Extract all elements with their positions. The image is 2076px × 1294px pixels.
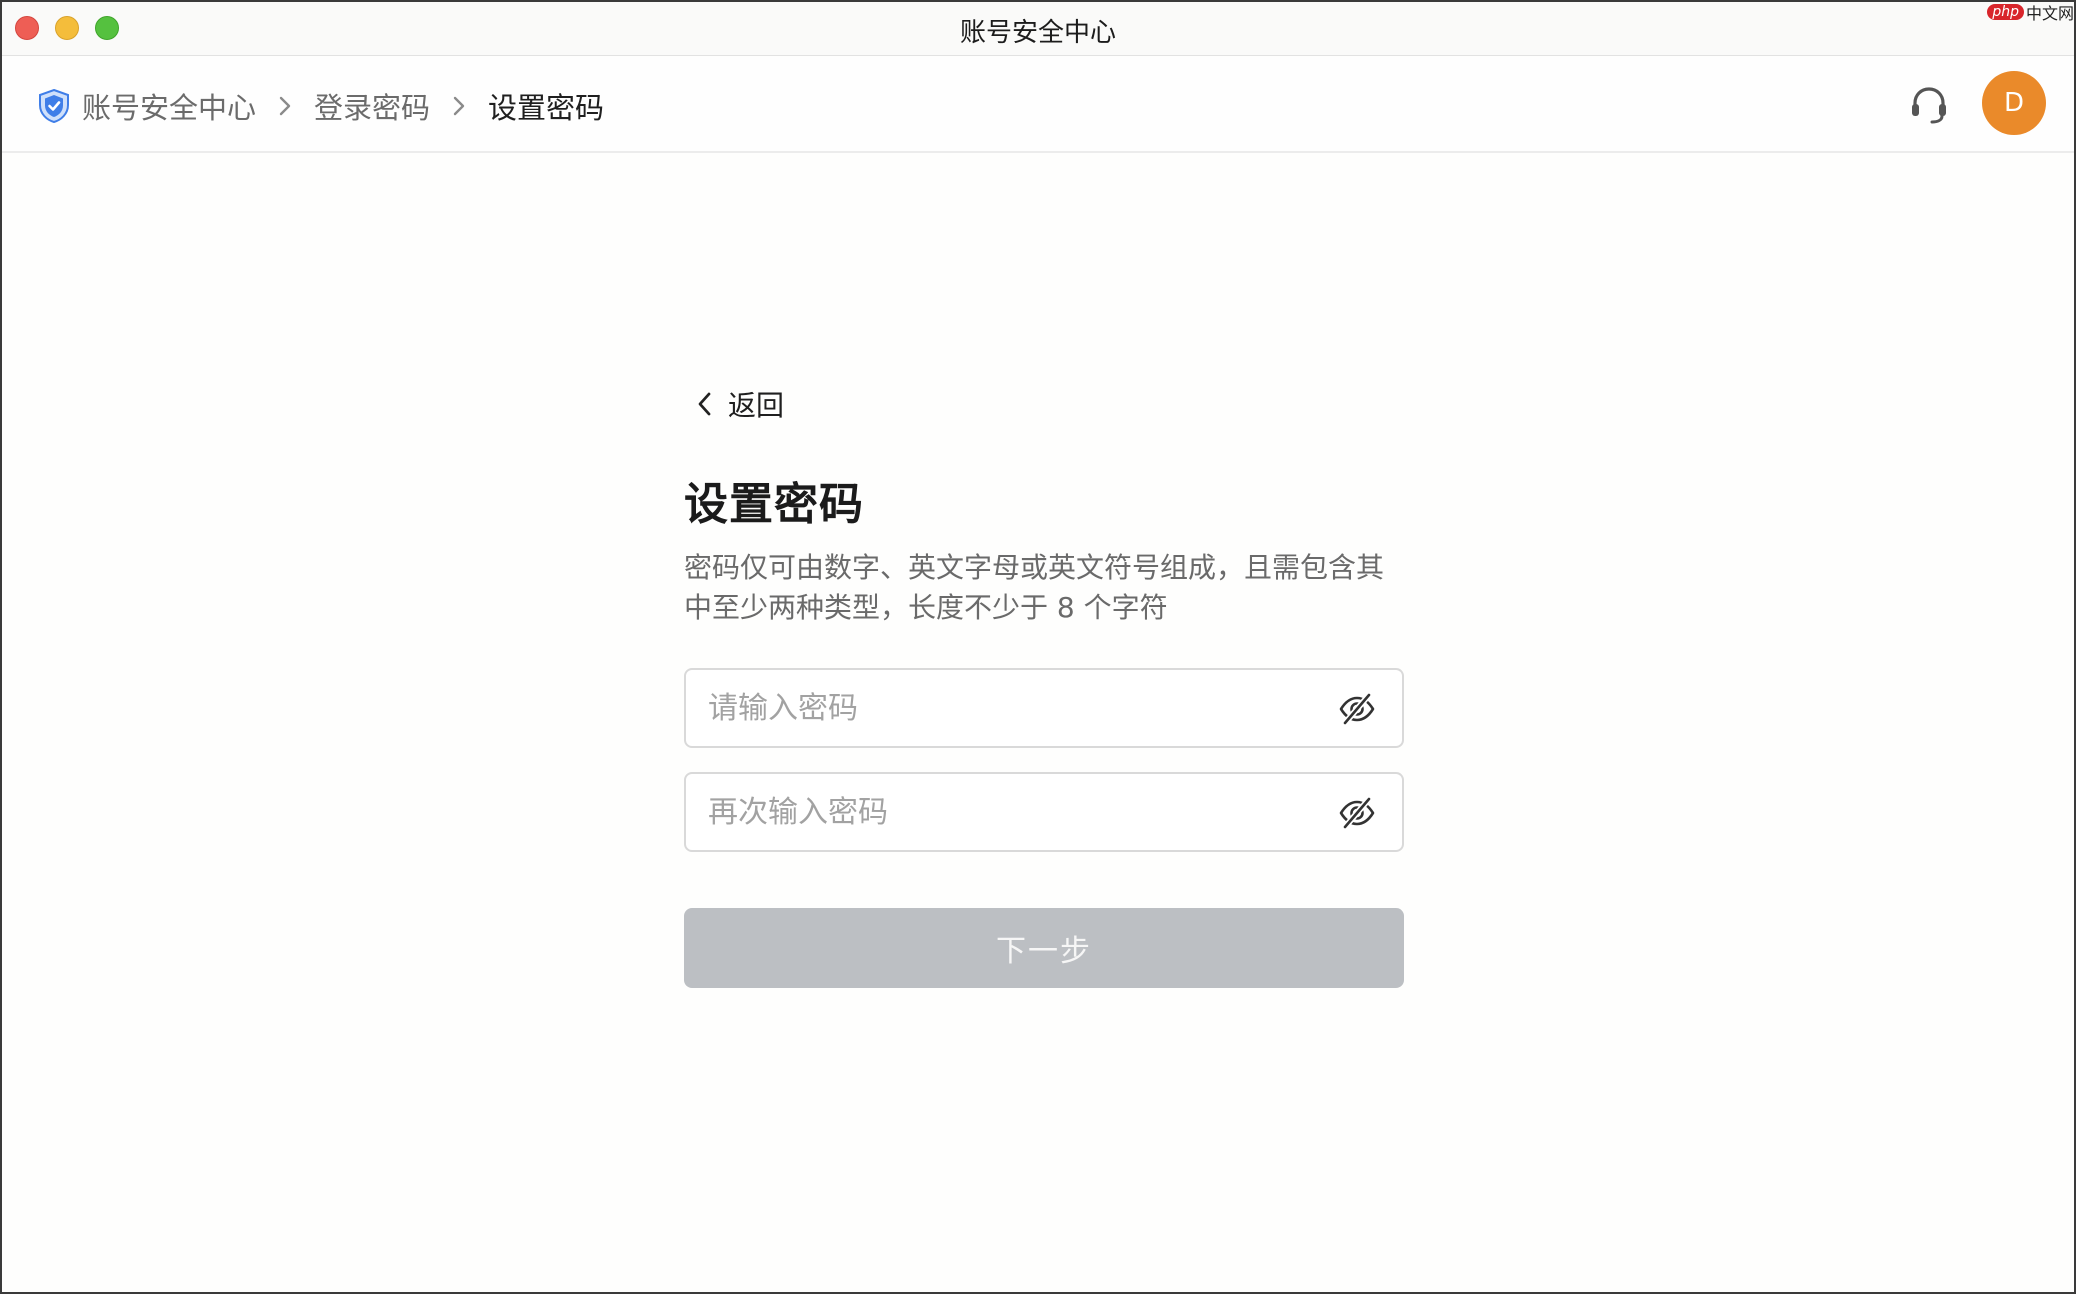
app-window: 账号安全中心 php 中文网 账号安全中心 登录密码 设置密码 D 返回 设置密… (0, 0, 2076, 1294)
password-rules-description: 密码仅可由数字、英文字母或英文符号组成，且需包含其中至少两种类型，长度不少于 8… (684, 551, 1385, 624)
watermark-text: 中文网 (2025, 4, 2074, 23)
back-label: 返回 (728, 389, 785, 422)
eye-off-icon[interactable] (1338, 794, 1376, 832)
avatar[interactable]: D (1982, 71, 2046, 135)
breadcrumb-item-account-security[interactable]: 账号安全中心 (82, 85, 256, 127)
confirm-password-field (684, 772, 1404, 852)
eye-off-icon[interactable] (1338, 690, 1376, 728)
back-button[interactable]: 返回 (694, 382, 1404, 426)
window-title: 账号安全中心 (959, 18, 1116, 48)
breadcrumb-item-set-password: 设置密码 (488, 91, 605, 125)
breadcrumb: 账号安全中心 登录密码 设置密码 (38, 85, 604, 127)
headset-icon[interactable] (1907, 83, 1951, 127)
breadcrumb-item-login-password[interactable]: 登录密码 (314, 85, 430, 127)
title-bar: 账号安全中心 php 中文网 (2, 2, 2074, 56)
page-title: 设置密码 (684, 479, 864, 530)
chevron-left-icon (698, 392, 711, 416)
password-input[interactable] (708, 670, 1308, 746)
shield-check-icon (39, 89, 69, 123)
page-header: 账号安全中心 登录密码 设置密码 D (2, 57, 2074, 153)
confirm-password-input[interactable] (708, 774, 1308, 850)
chevron-right-icon (278, 94, 292, 118)
chevron-right-icon (452, 94, 466, 118)
next-step-button[interactable]: 下一步 (684, 908, 1404, 988)
set-password-form: 返回 设置密码 密码仅可由数字、英文字母或英文符号组成，且需包含其中至少两种类型… (684, 382, 1404, 988)
watermark-badge: php (1987, 4, 2024, 20)
watermark: php 中文网 (1987, 2, 2074, 23)
password-field (684, 668, 1404, 748)
